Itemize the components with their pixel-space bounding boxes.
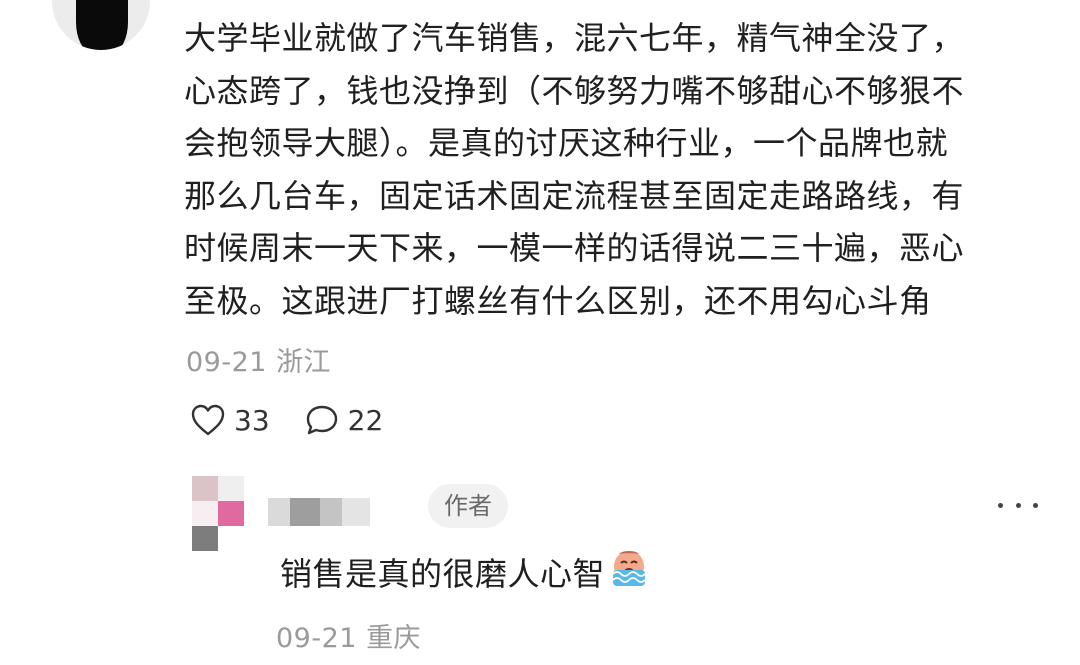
avatar-pixel bbox=[218, 501, 244, 526]
reply-username[interactable] bbox=[268, 498, 388, 526]
username-mosaic bbox=[290, 498, 320, 526]
reply-text: 销售是真的很磨人心智 bbox=[280, 554, 606, 593]
username-mosaic bbox=[268, 498, 290, 526]
author-badge: 作者 bbox=[428, 484, 508, 528]
comment-line: 心态跨了，钱也没挣到（不够努力嘴不够甜心不够狠不 bbox=[184, 71, 965, 110]
reply-date: 09-21 bbox=[276, 623, 357, 654]
more-dot bbox=[1015, 502, 1021, 508]
commenter-avatar[interactable] bbox=[52, 0, 150, 50]
username-mosaic bbox=[320, 498, 342, 526]
more-dot bbox=[998, 502, 1003, 508]
avatar-silhouette bbox=[76, 0, 128, 50]
comment-date: 09-21 bbox=[186, 347, 267, 378]
username-mosaic bbox=[342, 498, 370, 526]
comment-location: 浙江 bbox=[276, 347, 332, 378]
comment-actions: 33 22 bbox=[190, 398, 417, 442]
avatar-pixel bbox=[218, 476, 244, 501]
like-button[interactable]: 33 bbox=[190, 403, 270, 437]
reply-avatar[interactable] bbox=[192, 476, 244, 552]
comment-thread: 大学毕业就做了汽车销售，混六七年，精气神全没了， 心态跨了，钱也没挣到（不够努力… bbox=[0, 0, 1080, 665]
comment-line: 那么几台车，固定话术固定流程甚至固定走路路线，有 bbox=[184, 176, 965, 215]
avatar-pixel bbox=[218, 526, 244, 551]
reply-body: 销售是真的很磨人心智 bbox=[280, 548, 649, 599]
like-count: 33 bbox=[234, 403, 270, 437]
comment-bubble-icon bbox=[304, 403, 340, 437]
reply-location: 重庆 bbox=[366, 623, 422, 654]
comment-line: 会抱领导大腿）。是真的讨厌这种行业，一个品牌也就 bbox=[184, 124, 949, 162]
avatar-pixel bbox=[192, 526, 218, 551]
heart-icon bbox=[190, 403, 226, 437]
more-dot bbox=[1033, 502, 1038, 508]
comment-line: 大学毕业就做了汽车销售，混六七年，精气神全没了， bbox=[184, 19, 965, 57]
reply-count: 22 bbox=[347, 403, 384, 437]
avatar-pixel bbox=[192, 476, 218, 501]
comment-meta: 09-21 浙江 bbox=[186, 340, 331, 379]
reply-meta: 09-21 重庆 bbox=[276, 616, 421, 655]
avatar-pixel bbox=[192, 501, 218, 526]
more-options-button[interactable] bbox=[998, 490, 1038, 520]
comment-body: 大学毕业就做了汽车销售，混六七年，精气神全没了， 心态跨了，钱也没挣到（不够努力… bbox=[184, 12, 1044, 327]
reply-count-button[interactable]: 22 bbox=[304, 403, 384, 437]
comment-line: 至极。这跟进厂打螺丝有什么区别，还不用勾心斗角 bbox=[184, 281, 932, 320]
crying-face-icon bbox=[609, 548, 649, 599]
comment-line: 时候周末一天下来，一模一样的话得说二三十遍，恶心 bbox=[184, 229, 965, 267]
